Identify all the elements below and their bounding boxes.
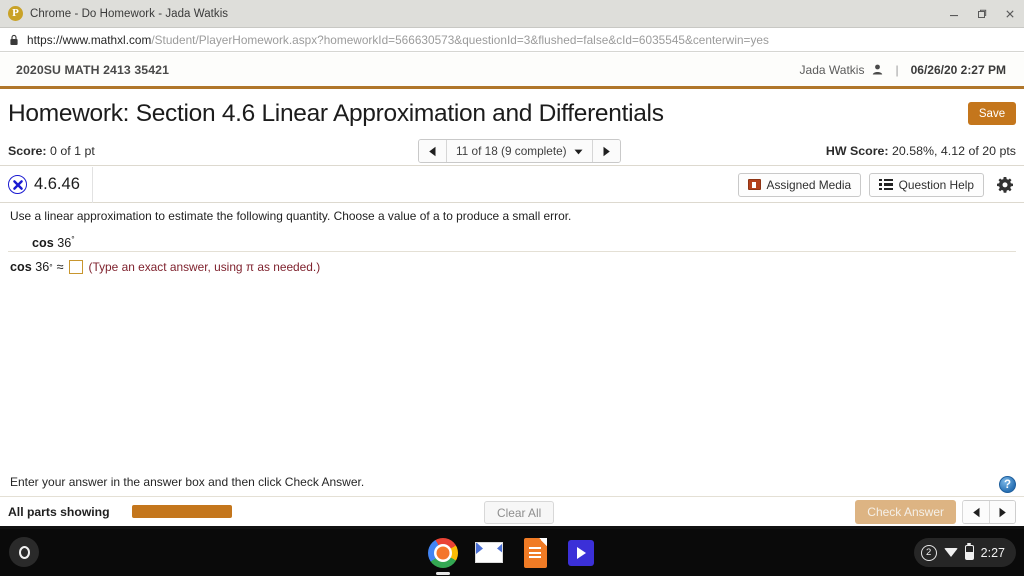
page-title: Homework: Section 4.6 Linear Approximati… xyxy=(8,100,664,127)
course-header: 2020SU MATH 2413 35421 Jada Watkis | 06/… xyxy=(0,53,1024,89)
url-text[interactable]: https://www.mathxl.com/Student/PlayerHom… xyxy=(27,33,769,47)
pager-label-text: 11 of 18 (9 complete) xyxy=(456,144,567,158)
title-row: Homework: Section 4.6 Linear Approximati… xyxy=(0,92,1024,136)
answer-expression-arg: 36 xyxy=(35,260,50,274)
window-controls xyxy=(940,0,1024,28)
app-active-indicator xyxy=(436,572,450,575)
action-bar: All parts showing Clear All Check Answer xyxy=(0,497,1024,529)
answer-hint: (Type an exact answer, using π as needed… xyxy=(88,260,321,274)
course-name: 2020SU MATH 2413 35421 xyxy=(16,62,170,77)
answer-prev-button[interactable] xyxy=(963,501,989,523)
assigned-media-label: Assigned Media xyxy=(766,177,852,192)
question-pager: 11 of 18 (9 complete) xyxy=(418,139,621,163)
question-expression-degree: ° xyxy=(71,234,75,244)
pager-next-button[interactable] xyxy=(591,140,620,162)
footer-instruction-text: Enter your answer in the answer box and … xyxy=(10,475,365,489)
save-button[interactable]: Save xyxy=(968,102,1016,125)
score-bar: Score: 0 of 1 pt 11 of 18 (9 complete) H… xyxy=(0,136,1024,166)
approx-symbol: ≈ xyxy=(56,260,64,274)
tab-favicon: P xyxy=(8,6,23,21)
question-prompt: Use a linear approximation to estimate t… xyxy=(10,209,572,223)
tray-clock[interactable]: 2:27 xyxy=(981,546,1005,560)
screen: P Chrome - Do Homework - Jada Watkis htt… xyxy=(0,0,1024,576)
gear-icon[interactable] xyxy=(994,173,1016,197)
answer-input[interactable] xyxy=(68,260,83,274)
question-help-label: Question Help xyxy=(898,177,974,192)
question-expression-fn: cos xyxy=(32,236,54,251)
answer-nav-group xyxy=(962,500,1016,524)
parts-progress-bar xyxy=(131,505,232,518)
question-id-group: 4.6.46 xyxy=(0,166,93,203)
answer-expression-fn: cos xyxy=(10,260,32,274)
question-expression-arg: 36 xyxy=(57,236,72,251)
user-name[interactable]: Jada Watkis xyxy=(800,63,865,77)
all-parts-showing-label: All parts showing xyxy=(8,504,110,519)
clear-all-button[interactable]: Clear All xyxy=(484,501,555,524)
wifi-icon[interactable] xyxy=(943,548,958,557)
pager-prev-button[interactable] xyxy=(419,140,447,162)
chevron-down-icon xyxy=(574,144,583,158)
pager-dropdown[interactable]: 11 of 18 (9 complete) xyxy=(447,140,592,162)
battery-icon[interactable] xyxy=(964,545,974,560)
chrome-app-icon[interactable] xyxy=(427,537,459,575)
gmail-app-icon[interactable] xyxy=(473,537,505,569)
question-id-bar: 4.6.46 Assigned Media Question Help xyxy=(0,166,1024,203)
hw-score-label: HW Score: xyxy=(825,144,889,158)
shelf-app-list xyxy=(0,529,1024,576)
list-icon xyxy=(879,178,893,191)
maximize-icon[interactable] xyxy=(968,0,996,28)
hw-score-value: 20.58%, 4.12 of 20 pts xyxy=(892,144,1016,158)
assigned-media-button[interactable]: Assigned Media xyxy=(737,172,862,197)
system-tray[interactable]: 2 2:27 xyxy=(913,538,1016,567)
question-tools: Assigned Media Question Help xyxy=(737,172,1016,197)
minimize-icon[interactable] xyxy=(940,0,968,28)
media-projector-icon xyxy=(747,179,761,190)
chromeos-shelf: 2 2:27 xyxy=(0,529,1024,576)
browser-urlbar[interactable]: https://www.mathxl.com/Student/PlayerHom… xyxy=(0,28,1024,52)
answer-next-button[interactable] xyxy=(989,501,1015,523)
question-divider xyxy=(8,251,1016,252)
footer-instruction-bar: Enter your answer in the answer box and … xyxy=(0,468,1024,497)
header-datetime: 06/26/20 2:27 PM xyxy=(910,62,1006,77)
window-title: Chrome - Do Homework - Jada Watkis xyxy=(30,7,229,20)
score-label: Score: xyxy=(8,143,47,158)
lock-icon xyxy=(9,34,19,46)
person-icon[interactable] xyxy=(872,64,883,75)
question-expression: cos 36° xyxy=(32,234,1024,250)
check-answer-button[interactable]: Check Answer xyxy=(855,500,956,524)
question-id: 4.6.46 xyxy=(34,175,80,193)
question-body: Use a linear approximation to estimate t… xyxy=(0,203,1024,468)
question-help-button[interactable]: Question Help xyxy=(869,172,984,197)
header-divider: | xyxy=(895,62,899,77)
answer-expression-degree: ° xyxy=(49,262,53,272)
url-path: /Student/PlayerHomework.aspx?homeworkId=… xyxy=(151,32,769,47)
close-icon[interactable] xyxy=(996,0,1024,28)
play-app-icon[interactable] xyxy=(565,537,597,569)
score-value: 0 of 1 pt xyxy=(50,143,95,158)
url-domain: https://www.mathxl.com xyxy=(27,32,152,47)
question-mark-help-icon[interactable]: ? xyxy=(999,476,1016,493)
score-display: Score: 0 of 1 pt xyxy=(8,144,95,158)
incorrect-x-icon xyxy=(8,175,27,194)
window-titlebar: P Chrome - Do Homework - Jada Watkis xyxy=(0,0,1024,28)
docs-app-icon[interactable] xyxy=(519,537,551,569)
answer-row: cos 36 ° ≈ (Type an exact answer, using π… xyxy=(10,260,320,274)
tray-notification-badge[interactable]: 2 xyxy=(920,544,937,561)
hw-score-display: HW Score: 20.58%, 4.12 of 20 pts xyxy=(826,136,1016,166)
course-header-right: Jada Watkis | 06/26/20 2:27 PM xyxy=(800,63,1006,77)
